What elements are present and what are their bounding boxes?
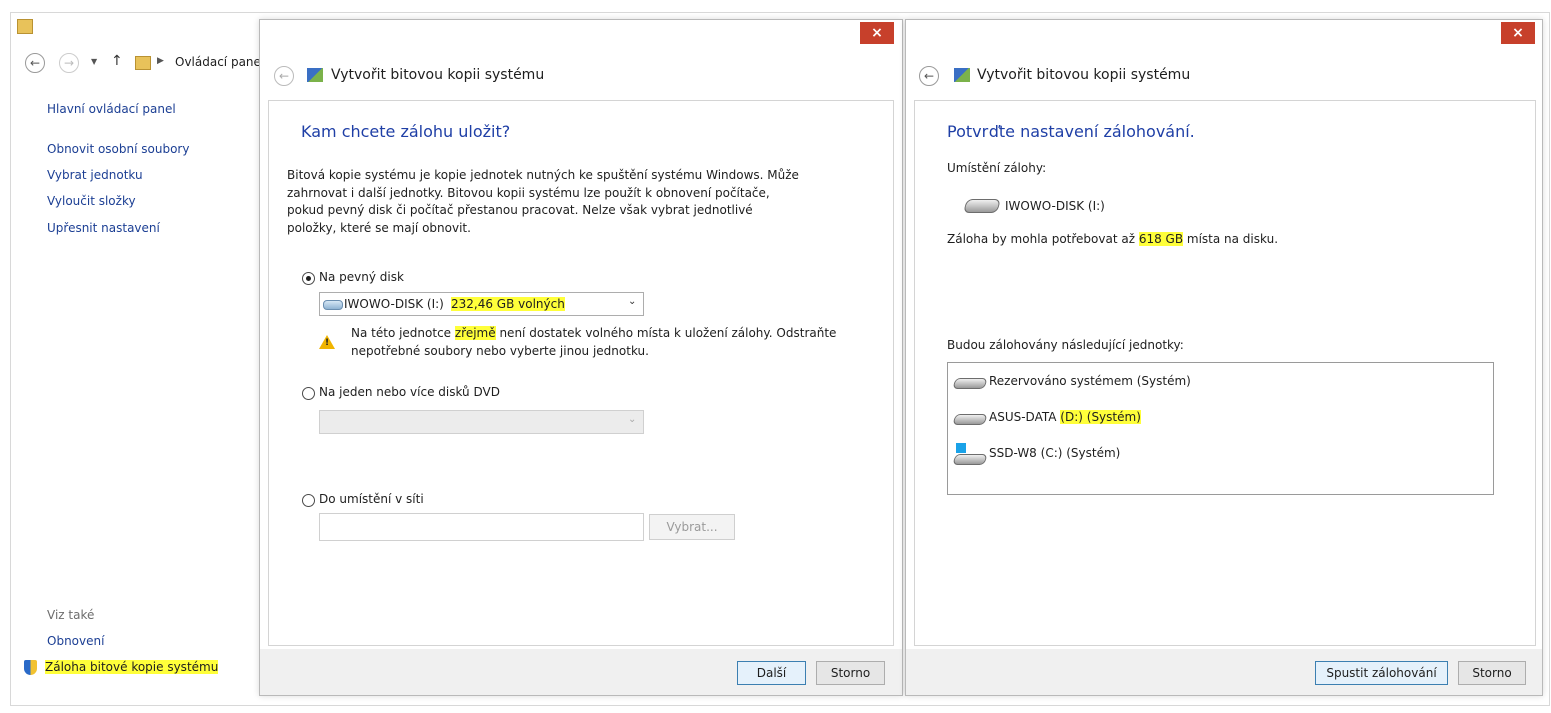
drive-name: ASUS-DATA (D:) (Systém)	[989, 410, 1141, 424]
dialog-content: Kam chcete zálohu uložit? Bitová kopie s…	[268, 100, 894, 646]
drive-name: Rezervováno systémem (Systém)	[989, 374, 1191, 388]
dialog-title: Vytvořit bitovou kopii systému	[331, 67, 545, 83]
hdd-select-name: IWOWO-DISK (I:)	[344, 297, 444, 311]
breadcrumb[interactable]: Ovládací pane	[175, 55, 261, 69]
dialog-footer: Spustit zálohování Storno	[906, 649, 1542, 695]
cp-link-exclude-folders[interactable]: Vyloučit složky	[47, 194, 136, 208]
network-path-input[interactable]	[319, 513, 644, 541]
cancel-button[interactable]: Storno	[1458, 661, 1526, 685]
cancel-button[interactable]: Storno	[816, 661, 885, 685]
forward-icon[interactable]: →	[59, 53, 79, 73]
location-drive: IWOWO-DISK (I:)	[1005, 199, 1105, 213]
radio-dvd-label[interactable]: Na jeden nebo více disků DVD	[319, 384, 500, 402]
drive-icon	[963, 199, 1001, 213]
dvd-select[interactable]: ⌄	[319, 410, 644, 434]
recent-dropdown-icon[interactable]: ▼	[91, 57, 97, 66]
dialog-titlebar	[906, 20, 1542, 52]
confirm-backup-dialog: × ← Vytvořit bitovou kopii systému Potvr…	[905, 19, 1543, 696]
page-heading: Potvrďte nastavení zálohování.	[947, 122, 1195, 141]
cp-link-select-drive[interactable]: Vybrat jednotku	[47, 168, 143, 182]
page-heading: Kam chcete zálohu uložit?	[301, 122, 511, 141]
drive-icon	[952, 414, 988, 425]
cp-link-restore-files[interactable]: Obnovit osobní soubory	[47, 142, 189, 156]
radio-hdd-label[interactable]: Na pevný disk	[319, 269, 404, 287]
folder-app-icon	[17, 19, 33, 34]
back-icon[interactable]: ←	[274, 66, 294, 86]
drives-label: Budou zálohovány následující jednotky:	[947, 338, 1184, 352]
shield-icon	[24, 660, 37, 675]
backup-location-dialog: × ← Vytvořit bitovou kopii systému Kam c…	[259, 19, 903, 696]
close-button[interactable]: ×	[860, 22, 894, 44]
dialog-footer: Další Storno	[260, 649, 902, 695]
dialog-titlebar	[260, 20, 902, 52]
breadcrumb-chevron-icon: ▶	[157, 56, 164, 66]
see-also-label: Viz také	[47, 608, 95, 622]
space-needed-text: Záloha by mohla potřebovat až 618 GB mís…	[947, 232, 1279, 246]
drive-icon	[952, 454, 988, 465]
warning-icon-mark: !	[325, 338, 330, 348]
cp-link-home[interactable]: Hlavní ovládací panel	[47, 102, 176, 116]
drives-list: Rezervováno systémem (Systém) ASUS-DATA …	[947, 362, 1494, 495]
back-icon[interactable]: ←	[25, 53, 45, 73]
radio-hdd[interactable]	[302, 272, 315, 285]
hdd-select[interactable]: IWOWO-DISK (I:) 232,46 GB volných ⌄	[319, 292, 644, 316]
backup-app-icon	[307, 68, 323, 82]
chevron-down-icon: ⌄	[628, 414, 637, 425]
hdd-select-free: 232,46 GB volných	[451, 297, 565, 311]
cp-link-recovery[interactable]: Obnovení	[47, 634, 104, 648]
dialog-content: Potvrďte nastavení zálohování. Umístění …	[914, 100, 1536, 646]
chevron-down-icon[interactable]: ⌄	[628, 296, 636, 307]
radio-dvd[interactable]	[302, 387, 315, 400]
dialog-title: Vytvořit bitovou kopii systému	[977, 67, 1191, 83]
backup-app-icon	[954, 68, 970, 82]
next-button[interactable]: Další	[737, 661, 806, 685]
up-arrow-icon[interactable]: ↑	[111, 53, 123, 69]
description-text: Bitová kopie systému je kopie jednotek n…	[287, 168, 799, 235]
cp-link-system-image-backup[interactable]: Záloha bitové kopie systému	[45, 660, 219, 674]
drive-name: SSD-W8 (C:) (Systém)	[989, 446, 1121, 460]
list-item[interactable]: Rezervováno systémem (Systém)	[952, 371, 1474, 391]
windows-logo-icon	[956, 443, 966, 453]
address-folder-icon	[135, 56, 151, 70]
browse-button[interactable]: Vybrat...	[649, 514, 735, 540]
radio-network-label[interactable]: Do umístění v síti	[319, 491, 424, 509]
start-backup-button[interactable]: Spustit zálohování	[1315, 661, 1448, 685]
cp-link-advanced[interactable]: Upřesnit nastavení	[47, 221, 160, 235]
location-label: Umístění zálohy:	[947, 161, 1047, 175]
drive-icon	[323, 300, 343, 310]
radio-network[interactable]	[302, 494, 315, 507]
drive-icon	[952, 378, 988, 389]
close-button[interactable]: ×	[1501, 22, 1535, 44]
warning-text: Na této jednotce zřejmě není dostatek vo…	[351, 326, 837, 358]
back-icon[interactable]: ←	[919, 66, 939, 86]
list-item[interactable]: ASUS-DATA (D:) (Systém)	[952, 407, 1474, 427]
list-item[interactable]: SSD-W8 (C:) (Systém)	[952, 443, 1474, 467]
